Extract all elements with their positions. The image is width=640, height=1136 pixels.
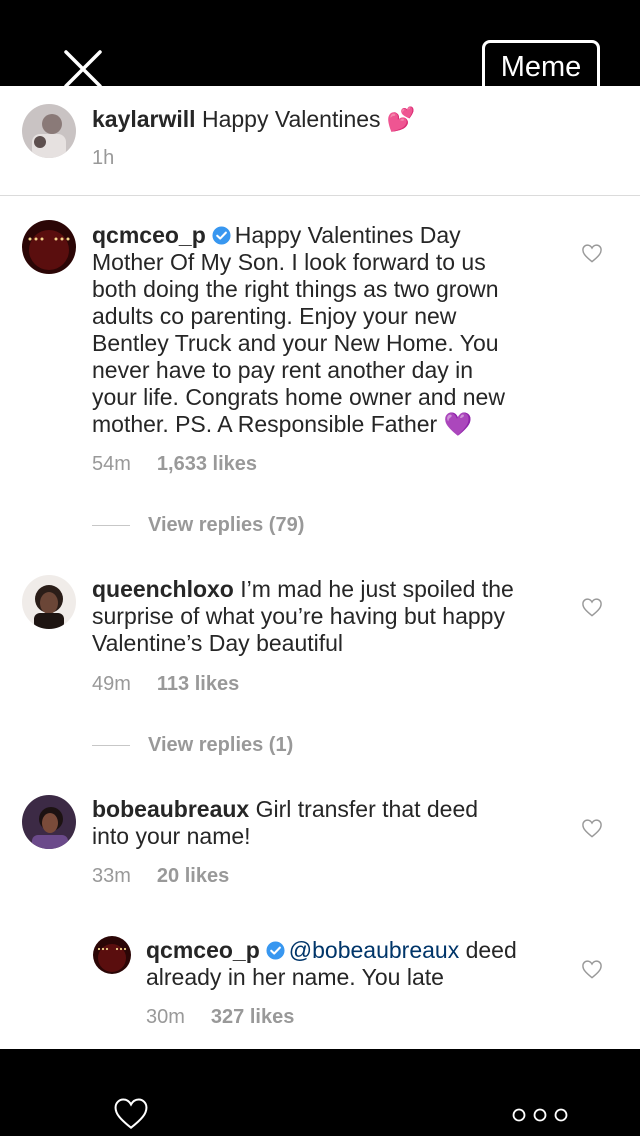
like-count[interactable]: 327 likes — [211, 1006, 294, 1028]
timestamp: 1h — [92, 147, 115, 169]
bottom-bar — [0, 1049, 640, 1136]
more-dots-icon[interactable] — [511, 1107, 569, 1123]
like-comment-heart-icon[interactable] — [581, 243, 603, 263]
avatar[interactable] — [22, 220, 76, 274]
like-comment-heart-icon[interactable] — [581, 959, 603, 979]
view-replies-button[interactable]: View replies (1) — [92, 734, 293, 757]
divider — [92, 525, 130, 527]
username[interactable]: kaylarwill — [92, 106, 196, 132]
reply-text: qcmceo_p @bobeaubreaux deed already in he… — [146, 937, 517, 990]
comment-text: qcmceo_p Happy Valentines Day Mother Of M… — [92, 222, 505, 437]
comment-meta: 30m 327 likes — [146, 1005, 294, 1029]
avatar[interactable] — [22, 795, 76, 849]
timestamp: 49m — [92, 673, 131, 695]
comments-panel: kaylarwill Happy Valentines 💕 1h qcmceo_… — [0, 86, 640, 1049]
view-replies-button[interactable]: View replies (79) — [92, 514, 304, 537]
heart-outline-icon[interactable] — [112, 1096, 150, 1130]
username[interactable]: queenchloxo — [92, 576, 234, 602]
caption-text: kaylarwill Happy Valentines 💕 — [92, 106, 416, 133]
comment-meta: 54m 1,633 likes — [92, 452, 257, 476]
avatar[interactable] — [22, 104, 76, 158]
caption-comment: kaylarwill Happy Valentines 💕 1h — [0, 86, 640, 196]
timestamp: 54m — [92, 453, 131, 475]
timestamp: 33m — [92, 865, 131, 887]
like-count[interactable]: 1,633 likes — [157, 453, 257, 475]
comment-meta: 33m 20 likes — [92, 864, 229, 888]
like-count[interactable]: 20 likes — [157, 865, 229, 887]
divider — [92, 745, 130, 747]
mention-link[interactable]: @bobeaubreaux — [289, 937, 459, 963]
top-bar: Meme — [0, 0, 640, 94]
like-count[interactable]: 113 likes — [157, 673, 239, 695]
username[interactable]: qcmceo_p — [146, 937, 260, 963]
like-comment-heart-icon[interactable] — [581, 597, 603, 617]
comment-body: Happy Valentines 💕 — [201, 106, 416, 132]
comment-meta: 1h — [92, 146, 114, 170]
comment-meta: 49m 113 likes — [92, 672, 239, 696]
comment-text: bobeaubreaux Girl transfer that deed int… — [92, 796, 479, 849]
like-comment-heart-icon[interactable] — [581, 818, 603, 838]
comment-text: queenchloxo I’m mad he just spoiled the … — [92, 576, 514, 656]
avatar[interactable] — [93, 936, 131, 974]
verified-badge-icon — [266, 941, 285, 960]
timestamp: 30m — [146, 1006, 185, 1028]
username[interactable]: qcmceo_p — [92, 222, 206, 248]
username[interactable]: bobeaubreaux — [92, 796, 249, 822]
verified-badge-icon — [212, 226, 231, 245]
avatar[interactable] — [22, 575, 76, 629]
